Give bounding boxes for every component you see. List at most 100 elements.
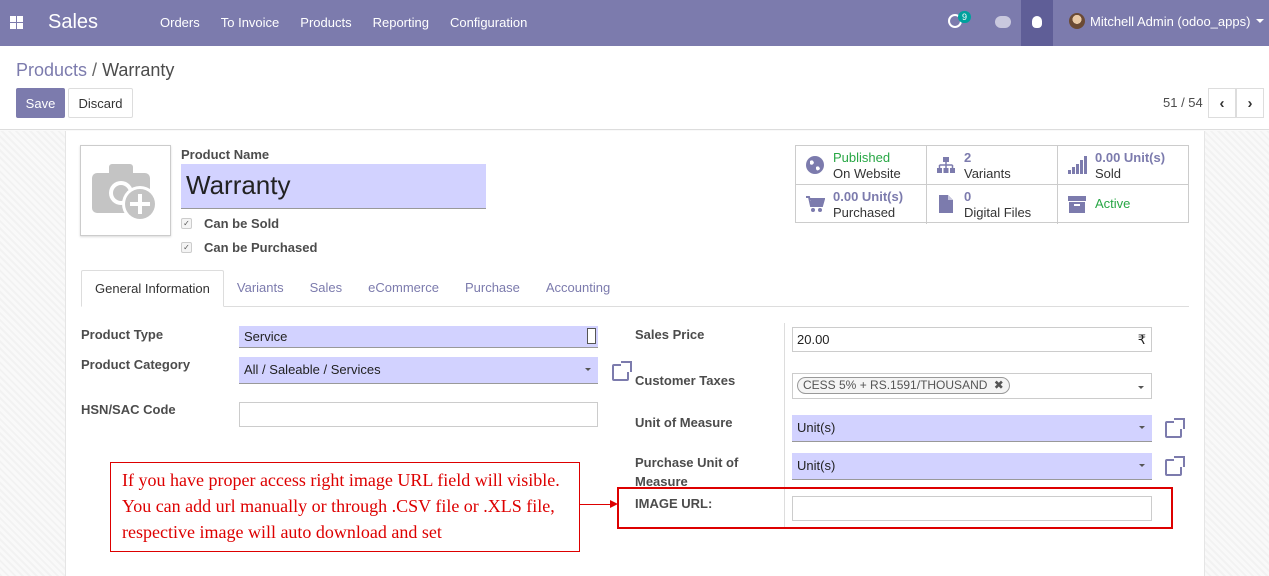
annotation-line-3: respective image will auto download and …	[122, 522, 442, 542]
remove-tag-icon[interactable]: ✖	[994, 378, 1004, 392]
tab-sales[interactable]: Sales	[297, 270, 356, 307]
currency-symbol: ₹	[1137, 332, 1146, 347]
cart-icon	[806, 196, 825, 212]
stat-variants[interactable]: 2 Variants	[927, 146, 1058, 185]
can-be-sold-checkbox[interactable]: ✓	[181, 218, 192, 229]
main-menu: Orders To Invoice Products Reporting Con…	[160, 15, 548, 30]
sales-price-value: 20.00	[797, 332, 830, 347]
select-arrow-icon	[587, 328, 596, 344]
tab-ecommerce[interactable]: eCommerce	[355, 270, 452, 307]
user-menu[interactable]: Mitchell Admin (odoo_apps)	[1069, 13, 1265, 29]
product-type-label: Product Type	[81, 327, 164, 342]
caret-down-icon	[1256, 19, 1265, 23]
tab-purchase[interactable]: Purchase	[452, 270, 533, 307]
stat-label: Sold	[1095, 166, 1122, 181]
control-panel: Products / Warranty Save Discard 51 / 54 ‹…	[0, 46, 1269, 130]
app-brand[interactable]: Sales	[48, 11, 98, 34]
product-image-upload[interactable]	[80, 145, 171, 236]
product-name-label: Product Name	[181, 147, 270, 162]
chevron-right-icon: ›	[1247, 94, 1253, 112]
avatar	[1069, 13, 1085, 29]
stat-label: Variants	[964, 166, 1011, 181]
globe-icon	[806, 156, 824, 174]
menu-orders[interactable]: Orders	[160, 15, 200, 30]
product-category-value: All / Saleable / Services	[244, 362, 381, 377]
breadcrumb-separator: /	[92, 60, 98, 80]
stat-label: On Website	[833, 166, 901, 181]
file-icon	[939, 195, 953, 213]
stat-value: 2	[964, 150, 972, 165]
stat-active-toggle[interactable]: Active	[1058, 185, 1189, 224]
hsn-code-input[interactable]	[239, 402, 598, 427]
signal-icon	[1068, 156, 1087, 174]
debug-menu[interactable]	[1021, 0, 1053, 46]
external-link-icon[interactable]	[612, 361, 632, 381]
pager-next-button[interactable]: ›	[1236, 88, 1264, 118]
stat-purchased[interactable]: 0.00 Unit(s) Purchased	[796, 185, 927, 224]
smart-buttons: Published On Website 2 Variants 0.00 Uni…	[795, 145, 1189, 224]
menu-to-invoice[interactable]: To Invoice	[221, 15, 280, 30]
tab-accounting[interactable]: Accounting	[533, 270, 623, 307]
stat-sold[interactable]: 0.00 Unit(s) Sold	[1058, 146, 1189, 185]
stat-digital-files[interactable]: 0 Digital Files	[927, 185, 1058, 224]
activity-icon[interactable]: 9	[948, 11, 972, 28]
external-link-icon[interactable]	[1165, 418, 1185, 438]
sitemap-icon	[937, 157, 955, 173]
notebook-tabs: General Information Variants Sales eComm…	[81, 270, 1189, 307]
activity-count-badge: 9	[958, 11, 972, 23]
stat-website-published[interactable]: Published On Website	[796, 146, 927, 185]
annotation-line-2: You can add url manually or through .CSV…	[122, 496, 555, 516]
purchase-uom-select[interactable]: Unit(s)	[792, 453, 1152, 480]
stat-value: 0.00 Unit(s)	[833, 189, 904, 204]
uom-label: Unit of Measure	[635, 415, 733, 430]
stat-value: Published	[833, 150, 891, 165]
sales-price-input[interactable]: 20.00 ₹	[792, 327, 1152, 352]
bug-icon	[1032, 16, 1042, 28]
uom-select[interactable]: Unit(s)	[792, 415, 1152, 442]
menu-products[interactable]: Products	[300, 15, 351, 30]
tab-general-information[interactable]: General Information	[81, 270, 224, 307]
pager-value[interactable]: 51 / 54	[1163, 95, 1203, 110]
product-category-select[interactable]: All / Saleable / Services	[239, 357, 598, 384]
purchase-uom-value: Unit(s)	[797, 458, 836, 473]
product-type-select[interactable]: Service	[239, 326, 598, 348]
product-type-value: Service	[244, 329, 288, 344]
archive-icon	[1068, 196, 1086, 213]
camera-add-icon	[92, 164, 158, 222]
tax-tag: CESS 5% + RS.1591/THOUSAND ✖	[797, 377, 1010, 394]
discard-button[interactable]: Discard	[68, 88, 133, 118]
tax-tag-label: CESS 5% + RS.1591/THOUSAND	[803, 378, 988, 392]
external-link-icon[interactable]	[1165, 456, 1185, 476]
product-name-input[interactable]: Warranty	[181, 164, 486, 209]
annotation-note: If you have proper access right image UR…	[110, 462, 580, 552]
stat-label: Purchased	[833, 205, 896, 220]
annotation-line-1: If you have proper access right image UR…	[122, 470, 560, 490]
caret-down-icon	[1139, 464, 1145, 467]
sales-price-label: Sales Price	[635, 327, 705, 342]
purchase-uom-label-line1: Purchase Unit of	[635, 455, 739, 470]
breadcrumb-products[interactable]: Products	[16, 60, 87, 80]
breadcrumb: Products / Warranty	[16, 60, 174, 81]
menu-reporting[interactable]: Reporting	[373, 15, 429, 30]
menu-configuration[interactable]: Configuration	[450, 15, 527, 30]
product-category-label: Product Category	[81, 357, 191, 372]
save-button[interactable]: Save	[16, 88, 65, 118]
user-name: Mitchell Admin (odoo_apps)	[1090, 13, 1251, 29]
purchase-uom-label: Purchase Unit of Measure	[635, 453, 738, 491]
chat-icon[interactable]	[995, 16, 1011, 28]
customer-taxes-label: Customer Taxes	[635, 373, 736, 388]
stat-value: 0.00 Unit(s)	[1095, 150, 1166, 165]
top-navbar: Sales Orders To Invoice Products Reporti…	[0, 0, 1269, 46]
tab-variants[interactable]: Variants	[224, 270, 297, 307]
pager-previous-button[interactable]: ‹	[1208, 88, 1236, 118]
breadcrumb-current: Warranty	[102, 60, 175, 80]
caret-down-icon	[585, 368, 591, 371]
uom-value: Unit(s)	[797, 420, 836, 435]
highlight-box	[617, 487, 1173, 529]
caret-down-icon	[1138, 386, 1144, 389]
stat-value: 0	[964, 189, 972, 204]
chevron-left-icon: ‹	[1219, 94, 1225, 112]
apps-menu-icon[interactable]	[10, 16, 23, 29]
caret-down-icon	[1139, 426, 1145, 429]
can-be-purchased-checkbox[interactable]: ✓	[181, 242, 192, 253]
